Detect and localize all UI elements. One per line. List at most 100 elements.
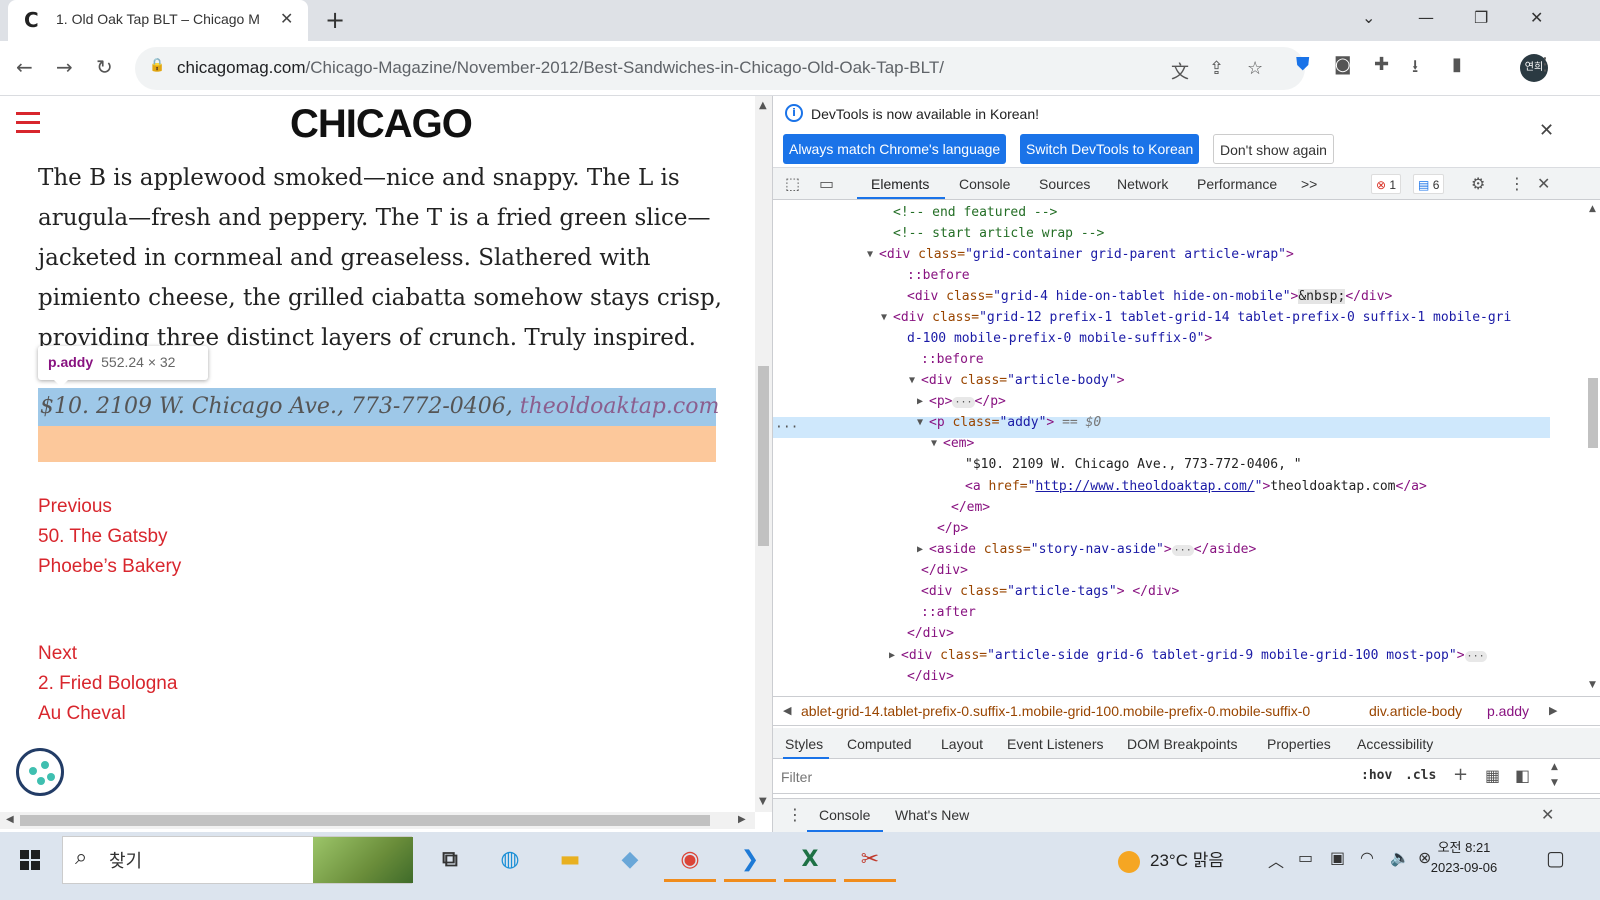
hscroll-thumb[interactable] (20, 815, 710, 826)
browser-tab[interactable]: C 1. Old Oak Tap BLT – Chicago M ✕ (8, 0, 308, 41)
new-style-rule-icon[interactable]: + (1453, 764, 1468, 785)
back-icon[interactable]: ← (16, 55, 33, 79)
previous-nav[interactable]: Previous 50. The Gatsby Phoebe’s Bakery (38, 492, 181, 582)
share-icon[interactable]: ⇪ (1209, 58, 1224, 79)
switch-korean-button[interactable]: Switch DevTools to Korean (1020, 134, 1200, 164)
battery-icon[interactable]: ▭ (1298, 848, 1313, 867)
dom-node-line[interactable]: <!-- start article wrap --> (893, 223, 1104, 244)
site-logo[interactable]: CHICAGO (290, 102, 473, 147)
taskbar-clock[interactable]: 오전 8:21 2023-09-06 (1430, 838, 1498, 878)
breadcrumb-item-grid[interactable]: ablet-grid-14.tablet-prefix-0.suffix-1.m… (801, 697, 1310, 725)
tab-performance[interactable]: Performance (1197, 176, 1277, 192)
scroll-right-icon[interactable]: ▶ (738, 814, 746, 825)
expand-arrow-icon[interactable]: ▶ (917, 539, 923, 560)
dom-node-line[interactable]: ::before (921, 349, 984, 370)
dom-node-line[interactable]: ▼ <div class="grid-container grid-parent … (867, 244, 1294, 265)
network-device-icon[interactable]: ▣ (1330, 848, 1345, 867)
hamburger-menu-icon[interactable] (16, 112, 40, 139)
breadcrumb-item-addy[interactable]: p.addy (1487, 697, 1529, 725)
tab-sources[interactable]: Sources (1039, 176, 1090, 192)
close-drawer-icon[interactable]: ✕ (1541, 805, 1554, 824)
tab-event-listeners[interactable]: Event Listeners (1007, 736, 1104, 752)
inspect-element-icon[interactable]: ⬚ (785, 174, 800, 193)
notepad-icon[interactable]: ◆ (604, 838, 656, 882)
drawer-tab-whats-new[interactable]: What's New (895, 807, 969, 823)
expand-arrow-icon[interactable]: ▼ (881, 307, 887, 328)
camera-extension-icon[interactable]: ◙ (1334, 54, 1351, 75)
file-explorer-icon[interactable]: ▬ (544, 838, 596, 882)
chrome-icon[interactable]: ◉ (664, 838, 716, 882)
windows-start-icon[interactable] (20, 850, 40, 870)
elements-scroll-down-icon[interactable]: ▼ (1589, 680, 1596, 690)
maximize-icon[interactable]: ❐ (1474, 8, 1488, 27)
match-language-button[interactable]: Always match Chrome's language (783, 134, 1007, 164)
next-place[interactable]: Au Cheval (38, 699, 177, 729)
dom-node-line[interactable]: <div class="article-tags"> </div> (921, 581, 1179, 602)
taskbar-search[interactable]: ⌕ 찾기 (62, 836, 413, 884)
drawer-menu-icon[interactable]: ⋮ (787, 805, 803, 824)
download-icon[interactable]: ⭳ (1412, 54, 1418, 84)
shield-extension-icon[interactable]: ⛊ (1296, 54, 1310, 75)
dom-node-line[interactable]: d-100 mobile-prefix-0 mobile-suffix-0"> (907, 328, 1212, 349)
breadcrumb-right-icon[interactable]: ▶ (1549, 697, 1557, 725)
tab-layout[interactable]: Layout (941, 736, 983, 752)
dom-node-line[interactable]: ▼ <div class="article-body"> (909, 370, 1125, 391)
dont-show-button[interactable]: Don't show again (1213, 134, 1334, 164)
error-badge[interactable]: ⊗ 1 (1371, 174, 1402, 194)
wifi-icon[interactable]: ◠ (1360, 848, 1374, 867)
lock-icon[interactable]: 🔒 (149, 58, 165, 73)
styles-filter-input[interactable] (777, 764, 1347, 790)
tab-properties[interactable]: Properties (1267, 736, 1331, 752)
dom-node-line[interactable]: <!-- end featured --> (893, 202, 1057, 223)
close-infobar-icon[interactable]: ✕ (1539, 120, 1554, 141)
styles-scroll-up-icon[interactable]: ▲ (1551, 762, 1558, 772)
dom-node-line[interactable]: </div> (921, 560, 968, 581)
node-ellipsis-icon[interactable]: ··· (775, 417, 798, 438)
hov-toggle[interactable]: :hov (1361, 768, 1392, 783)
dom-node-line[interactable]: ▶ <div class="article-side grid-6 tablet-… (889, 645, 1487, 667)
breadcrumb-left-icon[interactable]: ◀ (783, 697, 791, 725)
page-vertical-scrollbar[interactable]: ▲ ▼ (755, 96, 772, 812)
expand-arrow-icon[interactable]: ▼ (867, 244, 873, 265)
weather-widget[interactable]: 23°C 맑음 (1118, 846, 1224, 873)
more-tabs-icon[interactable]: >> (1301, 176, 1317, 192)
tab-accessibility[interactable]: Accessibility (1357, 736, 1433, 752)
elements-scrollbar[interactable]: ▲ ▼ (1585, 200, 1600, 694)
page-horizontal-scrollbar[interactable]: ◀ ▶ (0, 812, 755, 829)
dom-node-line[interactable]: ▼ <p class="addy"> == $0 (917, 412, 1101, 433)
previous-title[interactable]: 50. The Gatsby (38, 522, 181, 552)
volume-icon[interactable]: 🔈 (1390, 848, 1410, 867)
menu-kebab-icon[interactable]: ⋮ (1536, 54, 1554, 75)
tab-elements[interactable]: Elements (871, 176, 929, 192)
settings-gear-icon[interactable]: ⚙ (1471, 174, 1485, 193)
previous-place[interactable]: Phoebe’s Bakery (38, 552, 181, 582)
scroll-thumb[interactable] (758, 366, 769, 546)
dom-node-line[interactable]: ▶ <p> ··· </p> (917, 391, 1006, 413)
scroll-up-icon[interactable]: ▲ (759, 100, 767, 111)
dom-node-line[interactable]: ▼ <em> (931, 433, 974, 454)
tray-chevron-icon[interactable]: ︿ (1268, 848, 1284, 872)
next-label[interactable]: Next (38, 639, 177, 669)
devtools-menu-icon[interactable]: ⋮ (1509, 174, 1525, 193)
previous-label[interactable]: Previous (38, 492, 181, 522)
tab-dom-breakpoints[interactable]: DOM Breakpoints (1127, 736, 1237, 752)
minimize-icon[interactable]: — (1418, 8, 1434, 27)
dom-node-line[interactable]: ▼ <div class="grid-12 prefix-1 tablet-gri… (881, 307, 1511, 328)
new-tab-button[interactable]: + (325, 6, 345, 34)
message-badge[interactable]: ▤ 6 (1413, 174, 1445, 194)
excel-icon[interactable]: X (784, 838, 836, 882)
extensions-puzzle-icon[interactable]: ✚ (1374, 54, 1389, 75)
selected-node-row[interactable] (773, 417, 1550, 438)
expand-arrow-icon[interactable]: ▶ (917, 391, 923, 412)
dom-node-line[interactable]: ::after (921, 602, 976, 623)
close-window-icon[interactable]: ✕ (1530, 8, 1543, 27)
tab-network[interactable]: Network (1117, 176, 1168, 192)
next-nav[interactable]: Next 2. Fried Bologna Au Cheval (38, 639, 177, 729)
device-toolbar-icon[interactable]: ▭ (819, 174, 834, 193)
dom-node-line[interactable]: ::before (907, 265, 970, 286)
snipping-tool-icon[interactable]: ✂ (844, 838, 896, 882)
translate-icon[interactable]: 文 (1171, 58, 1189, 84)
toggle-sidebar-icon[interactable]: ◧ (1515, 766, 1530, 785)
cls-toggle[interactable]: .cls (1405, 768, 1436, 783)
scroll-down-icon[interactable]: ▼ (759, 796, 767, 807)
